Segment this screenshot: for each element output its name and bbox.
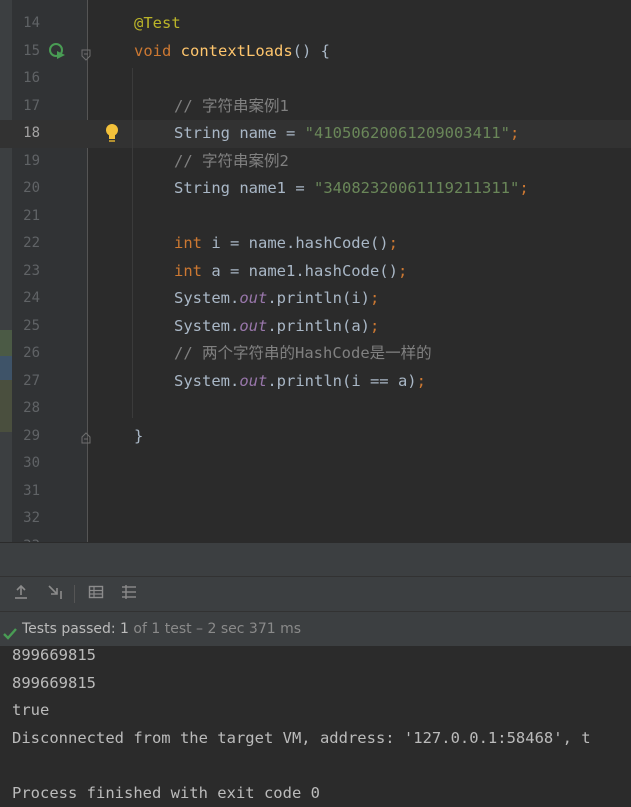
- line-number: 31: [12, 478, 40, 506]
- comment: // 两个字符串的HashCode是一样的: [174, 340, 432, 368]
- console-line: Process finished with exit code 0: [12, 780, 320, 807]
- run-test-icon[interactable]: [48, 42, 66, 60]
- run-toolbar: [0, 576, 631, 611]
- code-line[interactable]: 25 System.out.println(a);: [0, 313, 631, 341]
- line-number: 15: [12, 38, 40, 66]
- line-number: 25: [12, 313, 40, 341]
- line-number: 32: [12, 505, 40, 533]
- code-line[interactable]: 24 System.out.println(i);: [0, 285, 631, 313]
- code-line[interactable]: 23 int a = name1.hashCode();: [0, 258, 631, 286]
- import-icon[interactable]: [44, 583, 66, 605]
- table-icon[interactable]: [85, 583, 107, 605]
- void-keyword: void: [134, 42, 171, 60]
- line-number: 14: [12, 10, 40, 38]
- code-line[interactable]: 27 System.out.println(i == a);: [0, 368, 631, 396]
- code-line[interactable]: 15 void contextLoads() {: [0, 38, 631, 66]
- console-line: 899669815: [12, 642, 96, 670]
- code-line[interactable]: 20 String name1 = "34082320061119211311"…: [0, 175, 631, 203]
- string-literal: "41050620061209003411": [305, 124, 510, 142]
- code-line[interactable]: 22 int i = name.hashCode();: [0, 230, 631, 258]
- code-line[interactable]: 32: [0, 505, 631, 533]
- string-literal: "34082320061119211311": [314, 179, 519, 197]
- line-number: 18: [12, 120, 40, 148]
- code-line[interactable]: 21: [0, 203, 631, 231]
- line-number: 16: [12, 65, 40, 93]
- code-line[interactable]: 31: [0, 478, 631, 506]
- line-number: 17: [12, 93, 40, 121]
- code-line[interactable]: 16: [0, 65, 631, 93]
- code-line[interactable]: 19 // 字符串案例2: [0, 148, 631, 176]
- code-editor[interactable]: 13 14 @Test 15 void contextLoads() { 16 …: [0, 0, 631, 542]
- console-line: true: [12, 697, 49, 725]
- line-number: 13: [12, 0, 40, 10]
- lightbulb-icon[interactable]: [104, 123, 120, 143]
- line-number: 19: [12, 148, 40, 176]
- line-number: 23: [12, 258, 40, 286]
- fold-end-icon[interactable]: [81, 429, 91, 441]
- line-number: 27: [12, 368, 40, 396]
- check-icon: [2, 621, 18, 637]
- line-number: 28: [12, 395, 40, 423]
- line-number: 21: [12, 203, 40, 231]
- line-number: 29: [12, 423, 40, 451]
- line-number: 26: [12, 340, 40, 368]
- method-name: contextLoads: [181, 42, 293, 60]
- code-line[interactable]: 28: [0, 395, 631, 423]
- code-line[interactable]: 13: [0, 0, 631, 10]
- code-line[interactable]: 29 }: [0, 423, 631, 451]
- line-number: 24: [12, 285, 40, 313]
- console-line: 899669815: [12, 670, 96, 698]
- sort-icon[interactable]: [118, 583, 140, 605]
- code-line[interactable]: 17 // 字符串案例1: [0, 93, 631, 121]
- code-line[interactable]: 26 // 两个字符串的HashCode是一样的: [0, 340, 631, 368]
- line-number: 30: [12, 450, 40, 478]
- console-line: Disconnected from the target VM, address…: [12, 725, 591, 753]
- line-number: 33: [12, 533, 40, 543]
- code-line[interactable]: 14 @Test: [0, 10, 631, 38]
- line-number: 20: [12, 175, 40, 203]
- console-output[interactable]: 899669815 899669815 true Disconnected fr…: [0, 646, 631, 795]
- code-line-current[interactable]: 18 String name = "41050620061209003411";: [0, 120, 631, 148]
- export-icon[interactable]: [10, 583, 32, 605]
- line-number: 22: [12, 230, 40, 258]
- comment: // 字符串案例2: [174, 148, 289, 176]
- code-line[interactable]: 33: [0, 533, 631, 543]
- code-line[interactable]: 30: [0, 450, 631, 478]
- fold-marker-icon[interactable]: [81, 46, 91, 58]
- closing-brace: }: [134, 423, 143, 451]
- annotation-test: @Test: [134, 10, 181, 38]
- panel-splitter[interactable]: [0, 542, 631, 577]
- comment: // 字符串案例1: [174, 93, 289, 121]
